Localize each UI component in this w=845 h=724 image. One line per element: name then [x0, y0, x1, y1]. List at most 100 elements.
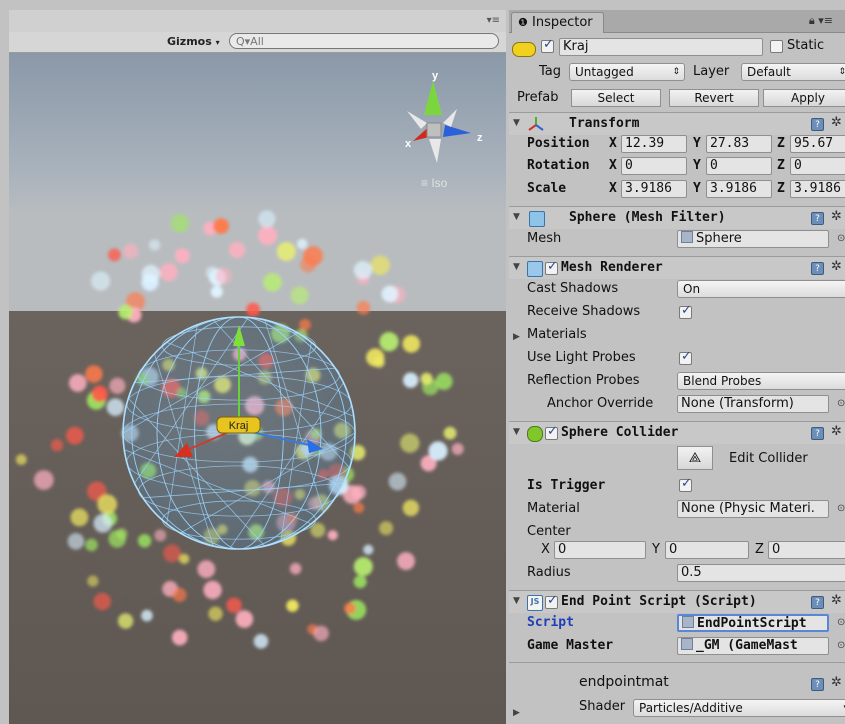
- active-checkbox[interactable]: ✓: [541, 37, 554, 53]
- material-foldout-icon[interactable]: ▶: [513, 708, 520, 718]
- reflection-probes-dropdown[interactable]: Blend Probes⇕: [677, 372, 845, 390]
- help-icon[interactable]: ?: [811, 678, 824, 691]
- view-mode-label: ≡ Iso: [421, 176, 448, 190]
- transform-header[interactable]: ▼ Transform ? ✲: [509, 112, 845, 135]
- game-master-value: _GM (GameMast: [696, 638, 798, 653]
- physic-material-field[interactable]: None (Physic Materi.: [677, 500, 829, 518]
- sphere-collider-header[interactable]: ▼ ✓ Sphere Collider ? ✲: [509, 421, 845, 444]
- mesh-renderer-enabled-checkbox[interactable]: ✓: [545, 259, 558, 275]
- rotation-x-field[interactable]: 0: [621, 157, 687, 175]
- rotation-z-field[interactable]: 0: [790, 157, 845, 175]
- help-icon[interactable]: ?: [811, 427, 824, 440]
- shader-dropdown[interactable]: Particles/Additive▾: [633, 699, 845, 717]
- gizmo-axis-x-label: x: [405, 138, 412, 150]
- game-master-field[interactable]: _GM (GameMast: [677, 637, 829, 655]
- lock-icon[interactable]: 🔒︎ ▾≡: [809, 14, 833, 28]
- foldout-arrow-icon[interactable]: ▼: [513, 118, 520, 128]
- foldout-arrow-icon[interactable]: ▼: [513, 427, 520, 437]
- script-enabled-checkbox[interactable]: ✓: [545, 593, 558, 609]
- scene-menu-icon[interactable]: ▾≡: [487, 15, 500, 26]
- particle: [353, 502, 365, 514]
- foldout-arrow-icon[interactable]: ▼: [513, 212, 520, 222]
- prefab-apply-button[interactable]: Apply: [763, 89, 845, 107]
- object-name-field[interactable]: Kraj: [559, 38, 763, 56]
- mesh-renderer-header[interactable]: ▼ ✓ Mesh Renderer ? ✲: [509, 256, 845, 279]
- mesh-value: Sphere: [696, 231, 742, 246]
- foldout-arrow-icon[interactable]: ▼: [513, 262, 520, 272]
- particle: [107, 248, 121, 262]
- scene-search-input[interactable]: Q▾All: [229, 33, 499, 49]
- help-icon[interactable]: ?: [811, 262, 824, 275]
- edit-collider-toggle[interactable]: ⟁: [677, 446, 713, 470]
- tag-dropdown[interactable]: Untagged ⇕: [569, 63, 685, 81]
- particle: [363, 544, 374, 555]
- tab-inspector-label: Inspector: [532, 15, 593, 30]
- object-picker-icon[interactable]: ⊙: [837, 503, 845, 514]
- gear-icon[interactable]: ✲: [831, 424, 842, 439]
- sphere-collider-enabled-checkbox[interactable]: ✓: [545, 424, 558, 440]
- help-icon[interactable]: ?: [811, 212, 824, 225]
- shader-value: Particles/Additive: [639, 701, 743, 715]
- position-x-field[interactable]: 12.39: [621, 135, 687, 153]
- gear-icon[interactable]: ✲: [831, 115, 842, 130]
- position-y-field[interactable]: 27.83: [706, 135, 772, 153]
- particle: [50, 439, 64, 452]
- is-trigger-checkbox[interactable]: ✓: [679, 476, 692, 492]
- prefab-select-button[interactable]: Select: [571, 89, 661, 107]
- gear-icon[interactable]: ✲: [831, 593, 842, 608]
- use-light-probes-checkbox[interactable]: ✓: [679, 349, 692, 365]
- object-label[interactable]: Kraj: [229, 420, 249, 432]
- gear-icon[interactable]: ✲: [831, 209, 842, 224]
- scene-viewport[interactable]: Kraj y x z ≡ Iso: [9, 53, 506, 724]
- static-checkbox[interactable]: [770, 40, 783, 53]
- object-picker-icon[interactable]: ⊙: [837, 233, 845, 244]
- layer-dropdown[interactable]: Default ⇕: [741, 63, 845, 81]
- object-picker-icon[interactable]: ⊙: [837, 640, 845, 651]
- script-header[interactable]: ▼ JS ✓ End Point Script (Script) ? ✲: [509, 590, 845, 613]
- center-x-field[interactable]: 0: [554, 541, 646, 559]
- center-z-field[interactable]: 0: [768, 541, 845, 559]
- gear-icon[interactable]: ✲: [831, 675, 842, 690]
- layer-value: Default: [747, 65, 791, 79]
- foldout-arrow-icon[interactable]: ▼: [513, 596, 520, 606]
- scene-view[interactable]: ▾≡ Gizmos ▾ Q▾All Kraj y x z ≡ Iso: [9, 10, 506, 724]
- scale-x-field[interactable]: 3.9186: [621, 180, 687, 198]
- help-icon[interactable]: ?: [811, 118, 824, 131]
- rotation-y-field[interactable]: 0: [706, 157, 772, 175]
- game-master-label: Game Master: [527, 638, 614, 653]
- radius-field[interactable]: 0.5: [677, 564, 845, 582]
- anchor-override-field[interactable]: None (Transform): [677, 395, 829, 413]
- object-picker-icon[interactable]: ⊙: [837, 617, 845, 628]
- script-title: End Point Script (Script): [561, 594, 757, 609]
- object-picker-icon[interactable]: ⊙: [837, 398, 845, 409]
- checkmark-icon: ✓: [547, 424, 558, 439]
- particle: [85, 365, 103, 383]
- scale-z-field[interactable]: 3.9186: [790, 180, 845, 198]
- particle: [154, 529, 167, 542]
- prefab-revert-button[interactable]: Revert: [669, 89, 759, 107]
- mesh-field[interactable]: Sphere: [677, 230, 829, 248]
- mesh-filter-header[interactable]: ▼ Sphere (Mesh Filter) ? ✲: [509, 206, 845, 229]
- position-z-field[interactable]: 95.67: [790, 135, 845, 153]
- materials-label[interactable]: Materials: [527, 327, 587, 342]
- tab-inspector[interactable]: ❶ Inspector: [511, 12, 604, 33]
- gameobject-icon[interactable]: [512, 42, 536, 57]
- mesh-renderer-title: Mesh Renderer: [561, 260, 663, 275]
- tab-menu-icon[interactable]: ▾≡: [818, 14, 833, 27]
- script-field[interactable]: EndPointScript: [677, 614, 829, 632]
- cast-shadows-dropdown[interactable]: On⇕: [677, 280, 845, 298]
- scale-y-field[interactable]: 3.9186: [706, 180, 772, 198]
- help-icon[interactable]: ?: [811, 596, 824, 609]
- static-label: Static: [787, 38, 825, 53]
- gear-icon[interactable]: ✲: [831, 259, 842, 274]
- reflection-probes-label: Reflection Probes: [527, 373, 640, 388]
- gizmos-dropdown[interactable]: Gizmos ▾: [163, 33, 224, 50]
- particle: [289, 562, 302, 575]
- center-y-field[interactable]: 0: [665, 541, 749, 559]
- position-z-label: Z: [777, 136, 785, 151]
- receive-shadows-checkbox[interactable]: ✓: [679, 303, 692, 319]
- material-preview-icon: [527, 670, 567, 710]
- material-name: endpointmat: [579, 674, 669, 690]
- particle: [388, 472, 407, 491]
- materials-foldout-icon[interactable]: ▶: [513, 332, 520, 342]
